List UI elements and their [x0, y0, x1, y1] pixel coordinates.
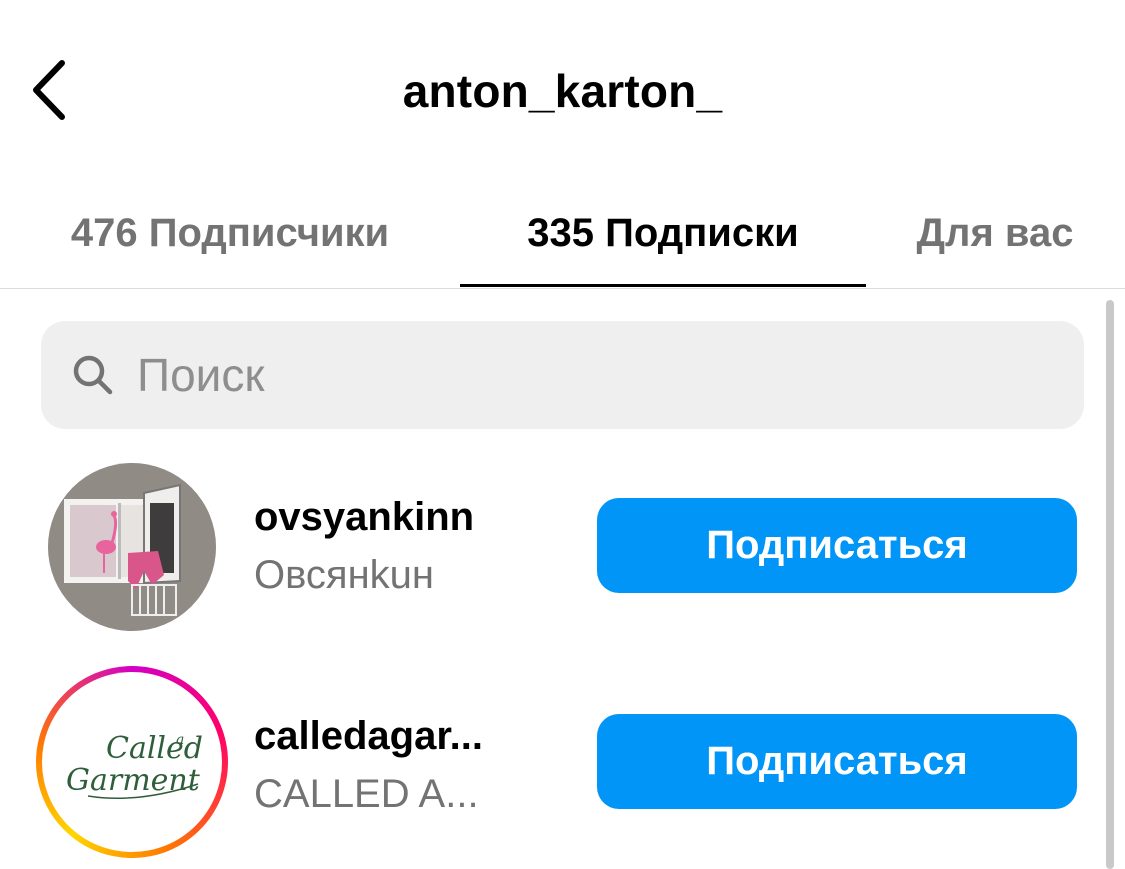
page-title: anton_karton_: [402, 65, 723, 117]
username[interactable]: calledagar...: [254, 714, 483, 759]
scrollbar[interactable]: [1106, 300, 1114, 869]
search-input[interactable]: [137, 348, 1017, 402]
tab-for-you[interactable]: Для вас: [880, 180, 1110, 286]
username[interactable]: ovsyankinn: [254, 495, 474, 540]
full-name: CALLED A...: [254, 772, 479, 816]
avatar[interactable]: [48, 463, 216, 631]
avatar: Called a Garment: [48, 678, 216, 846]
tab-bar: 476 Подписчики 335 Подписки Для вас: [0, 180, 1125, 289]
follow-button[interactable]: Подписаться: [597, 714, 1077, 809]
avatar-logo-word-1: Called: [106, 731, 203, 766]
search-bar[interactable]: [41, 321, 1084, 429]
top-navigation-bar: anton_karton_: [0, 0, 1125, 180]
active-tab-indicator: [460, 284, 866, 287]
search-icon: [71, 353, 115, 397]
avatar-logo-word-2: a: [176, 732, 184, 748]
tab-followers[interactable]: 476 Подписчики: [40, 180, 420, 286]
avatar-logo-word-3: Garment: [66, 763, 201, 798]
follow-button[interactable]: Подписаться: [597, 498, 1077, 593]
full-name: Овсянkuн: [254, 553, 434, 597]
list-item: Called a Garment calledagar... CALLED A.…: [0, 664, 1100, 864]
story-ring[interactable]: Called a Garment: [36, 666, 228, 858]
tab-following[interactable]: 335 Подписки: [460, 180, 866, 286]
list-item: ovsyankinn Овсянkuн Подписаться: [0, 455, 1100, 655]
avatar-ring-gap: Called a Garment: [42, 672, 222, 852]
